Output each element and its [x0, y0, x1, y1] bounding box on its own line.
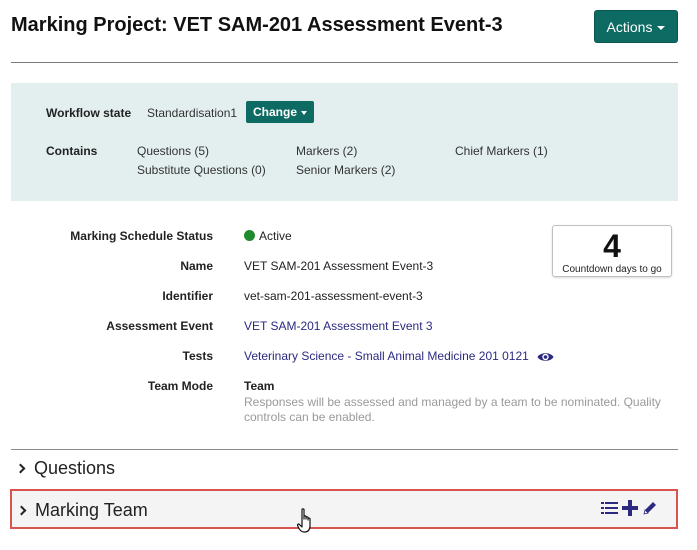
status-text: Active — [259, 229, 292, 243]
title-divider — [11, 62, 678, 63]
name-label: Name — [180, 259, 213, 273]
change-button[interactable]: Change — [246, 101, 315, 123]
workflow-state-value: Standardisation1 — [147, 106, 238, 120]
tests-value: Veterinary Science - Small Animal Medici… — [244, 349, 554, 363]
list-icon[interactable] — [601, 501, 618, 515]
pencil-icon[interactable] — [642, 500, 658, 516]
status-dot-icon — [244, 230, 255, 241]
countdown-card: 4 Countdown days to go — [552, 225, 672, 277]
caret-down-icon — [657, 25, 666, 30]
identifier-value: vet-sam-201-assessment-event-3 — [244, 289, 423, 303]
tests-label: Tests — [182, 349, 213, 363]
assessment-event-link[interactable]: VET SAM-201 Assessment Event 3 — [244, 319, 433, 333]
chief-markers-count: Chief Markers (1) — [455, 144, 548, 158]
substitute-questions-count: Substitute Questions (0) — [137, 163, 266, 177]
actions-label: Actions — [606, 18, 653, 35]
hand-cursor-icon — [297, 508, 311, 533]
team-mode-label: Team Mode — [147, 379, 213, 393]
team-mode-description: Responses will be assessed and managed b… — [244, 395, 661, 424]
caret-down-icon — [301, 111, 308, 115]
status-value: Active — [244, 229, 292, 243]
details-divider — [11, 449, 678, 450]
chevron-right-icon — [16, 505, 27, 516]
workflow-state-label: Workflow state — [46, 106, 132, 120]
assessment-event-label: Assessment Event — [106, 319, 213, 333]
countdown-days: 4 — [603, 228, 621, 264]
questions-section-header[interactable]: Questions — [11, 458, 115, 479]
chevron-right-icon — [15, 463, 26, 474]
eye-icon[interactable] — [537, 351, 554, 363]
page-title: Marking Project: VET SAM-201 Assessment … — [11, 14, 503, 36]
marking-team-section-title: Marking Team — [35, 500, 148, 520]
plus-icon[interactable] — [622, 500, 638, 516]
marking-team-section[interactable]: Marking Team — [10, 489, 678, 529]
name-value: VET SAM-201 Assessment Event-3 — [244, 259, 434, 273]
summary-panel: Workflow state Standardisation1 Change C… — [11, 83, 678, 201]
marking-team-tools — [601, 500, 658, 516]
senior-markers-count: Senior Markers (2) — [296, 163, 396, 177]
identifier-label: Identifier — [162, 289, 213, 303]
tests-link[interactable]: Veterinary Science - Small Animal Medici… — [244, 349, 529, 363]
change-label: Change — [253, 105, 298, 119]
questions-section-title: Questions — [34, 458, 116, 478]
countdown-caption: Countdown days to go — [562, 264, 662, 275]
status-label: Marking Schedule Status — [70, 229, 213, 243]
team-mode-value: Team — [244, 379, 275, 393]
questions-count: Questions (5) — [137, 144, 210, 158]
markers-count: Markers (2) — [296, 144, 358, 158]
contains-label: Contains — [46, 144, 98, 158]
actions-button[interactable]: Actions — [594, 10, 678, 43]
marking-team-section-header[interactable]: Marking Team — [12, 500, 148, 521]
